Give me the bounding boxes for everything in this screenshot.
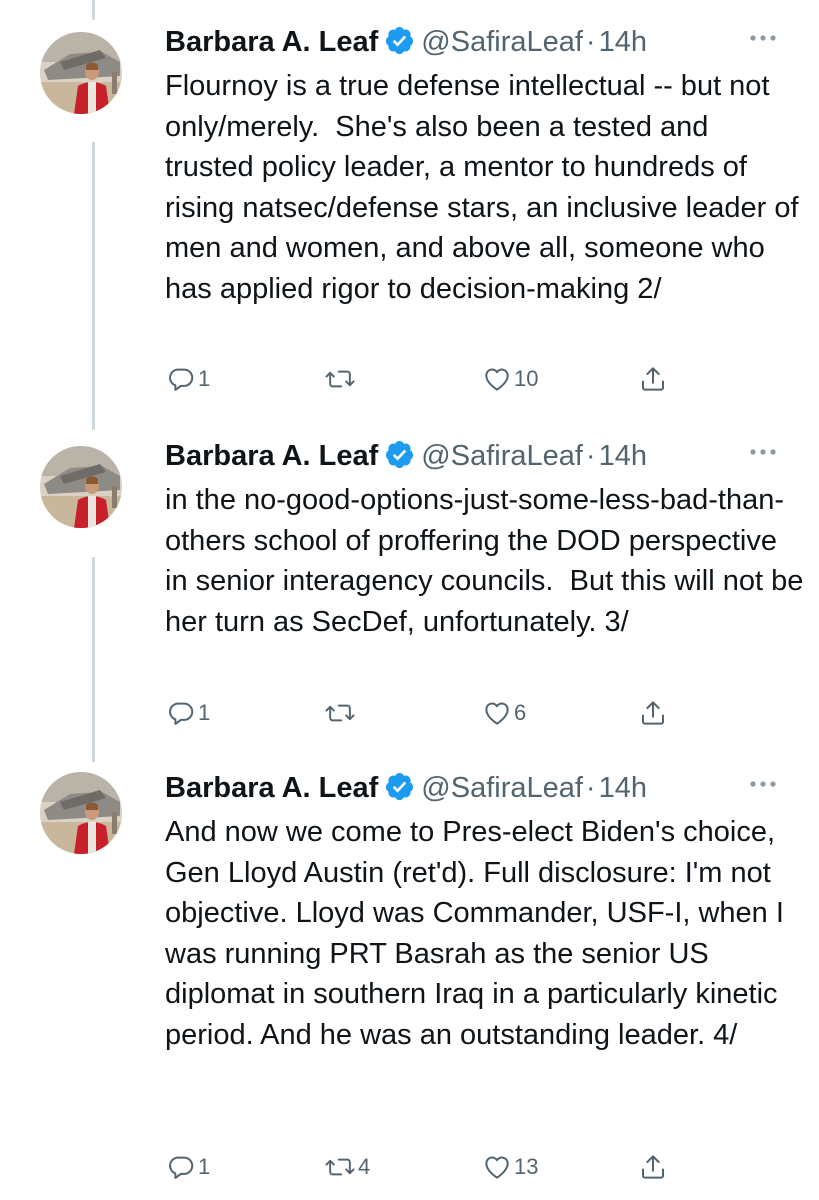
tweet-header: Barbara A. Leaf @SafiraLeaf · 14h <box>165 768 647 808</box>
tweet[interactable]: Barbara A. Leaf @SafiraLeaf · 14h in the no… <box>0 436 819 736</box>
more-options-icon[interactable] <box>748 444 778 460</box>
retweet-icon <box>325 370 355 388</box>
heart-icon <box>485 368 509 391</box>
share-icon <box>642 367 664 391</box>
like-button[interactable]: 10 <box>482 364 538 394</box>
display-name[interactable]: Barbara A. Leaf <box>165 440 378 472</box>
tweet-actions: 1 4 13 <box>0 1152 819 1182</box>
tweet-header: Barbara A. Leaf @SafiraLeaf · 14h <box>165 436 647 476</box>
reply-icon <box>169 1156 194 1179</box>
separator-dot: · <box>585 440 596 472</box>
like-count: 6 <box>514 700 527 725</box>
display-name[interactable]: Barbara A. Leaf <box>165 26 378 58</box>
avatar-photo <box>40 772 122 854</box>
like-count: 13 <box>514 1154 539 1179</box>
avatar-photo <box>40 446 122 528</box>
retweet-button[interactable] <box>324 698 358 728</box>
tweet[interactable]: Barbara A. Leaf @SafiraLeaf · 14h Flournoy … <box>0 22 819 402</box>
retweet-button[interactable] <box>324 364 358 394</box>
reply-button[interactable]: 1 <box>166 698 210 728</box>
reply-button[interactable]: 1 <box>166 1152 210 1182</box>
like-button[interactable]: 13 <box>482 1152 538 1182</box>
avatar[interactable] <box>40 446 122 528</box>
tweet-text: And now we come to Pres-elect Biden's ch… <box>165 816 792 1051</box>
display-name[interactable]: Barbara A. Leaf <box>165 772 378 804</box>
tweet-text: in the no-good-options-just-some-less-ba… <box>165 484 812 638</box>
avatar[interactable] <box>40 32 122 114</box>
retweet-button[interactable]: 4 <box>324 1152 370 1182</box>
share-icon <box>642 1155 664 1179</box>
retweet-icon <box>325 1158 355 1176</box>
like-button[interactable]: 6 <box>482 698 526 728</box>
tweet[interactable]: Barbara A. Leaf @SafiraLeaf · 14h And now w… <box>0 768 819 1200</box>
tweet-header: Barbara A. Leaf @SafiraLeaf · 14h <box>165 22 647 62</box>
share-icon <box>642 701 664 725</box>
share-button[interactable] <box>638 698 668 728</box>
reply-count: 1 <box>198 700 211 725</box>
reply-count: 1 <box>198 1154 211 1179</box>
handle[interactable]: @SafiraLeaf <box>421 440 583 472</box>
reply-icon <box>169 702 194 725</box>
verified-badge-icon <box>386 26 414 55</box>
tweet-actions: 1 6 <box>0 698 819 728</box>
heart-icon <box>485 702 509 725</box>
avatar[interactable] <box>40 772 122 854</box>
like-count: 10 <box>514 366 539 391</box>
separator-dot: · <box>585 26 596 58</box>
handle[interactable]: @SafiraLeaf <box>421 26 583 58</box>
share-button[interactable] <box>638 364 668 394</box>
timestamp[interactable]: 14h <box>599 440 647 472</box>
avatar-photo <box>40 32 122 114</box>
share-button[interactable] <box>638 1152 668 1182</box>
verified-badge-icon <box>386 772 414 801</box>
thread-line-top <box>92 0 95 20</box>
separator-dot: · <box>585 772 596 804</box>
handle[interactable]: @SafiraLeaf <box>421 772 583 804</box>
more-options-icon[interactable] <box>748 30 778 46</box>
heart-icon <box>485 1156 509 1179</box>
more-options-icon[interactable] <box>748 776 778 792</box>
tweet-text: Flournoy is a true defense intellectual … <box>165 70 807 305</box>
reply-count: 1 <box>198 366 211 391</box>
reply-icon <box>169 368 194 391</box>
timestamp[interactable]: 14h <box>599 26 647 58</box>
timestamp[interactable]: 14h <box>599 772 647 804</box>
retweet-icon <box>325 704 355 722</box>
verified-badge-icon <box>386 440 414 469</box>
reply-button[interactable]: 1 <box>166 364 210 394</box>
retweet-count: 4 <box>358 1154 371 1179</box>
tweet-actions: 1 10 <box>0 364 819 394</box>
